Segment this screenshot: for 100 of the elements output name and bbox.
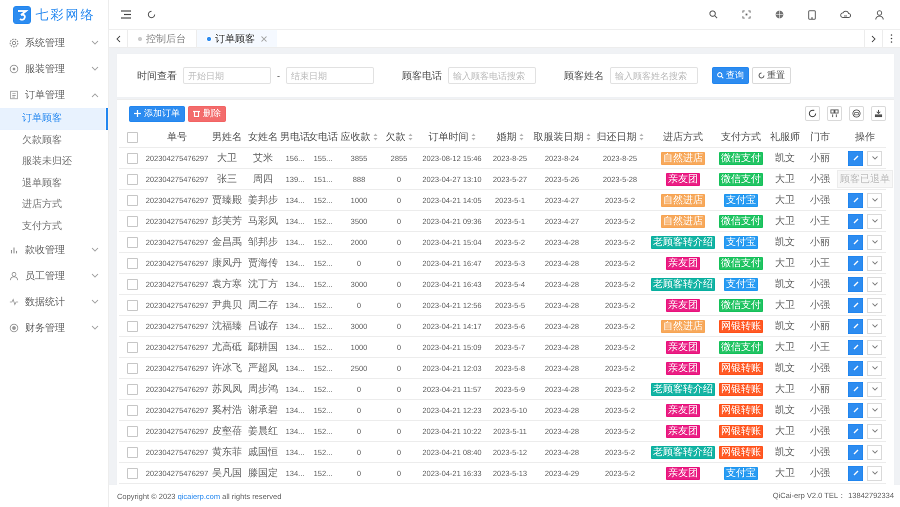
name-cell-text: 贾臻殿 xyxy=(212,194,242,207)
stylist-cell-text: 凯文 xyxy=(775,320,795,333)
edit-button[interactable] xyxy=(848,444,863,460)
menu-item[interactable]: 数据统计 xyxy=(0,289,108,315)
menu-item[interactable]: 系统管理 xyxy=(0,30,108,56)
edit-button[interactable] xyxy=(848,424,863,438)
sort-icon[interactable] xyxy=(518,133,524,141)
edit-button[interactable] xyxy=(848,256,863,270)
edit-button[interactable] xyxy=(848,382,863,396)
user-icon[interactable] xyxy=(875,10,884,20)
print-button[interactable] xyxy=(849,106,864,121)
row-checkbox[interactable] xyxy=(126,426,138,436)
export-button[interactable] xyxy=(871,106,886,121)
edit-button[interactable] xyxy=(848,214,863,228)
row-checkbox[interactable] xyxy=(126,278,138,290)
edit-button[interactable] xyxy=(848,150,863,166)
edit-button[interactable] xyxy=(848,466,863,480)
end-date-field[interactable]: 结束日期 xyxy=(286,67,374,84)
submenu-item[interactable]: 订单顾客 xyxy=(0,108,108,130)
dropdown-button[interactable] xyxy=(867,466,882,480)
cloud-icon[interactable] xyxy=(840,10,851,19)
dropdown-button[interactable] xyxy=(867,360,882,376)
target-icon xyxy=(9,64,19,74)
edit-button[interactable] xyxy=(848,298,863,312)
menu-item[interactable]: 服装管理 xyxy=(0,56,108,82)
page-tab[interactable]: 订单顾客 xyxy=(196,30,277,47)
sort-icon[interactable] xyxy=(638,133,644,141)
delete-button[interactable]: 删除 xyxy=(188,106,226,122)
edit-button[interactable] xyxy=(848,318,863,334)
sort-icon[interactable] xyxy=(586,133,590,141)
row-checkbox[interactable] xyxy=(126,194,138,206)
column-header: 支付方式 xyxy=(720,130,762,145)
submenu-item[interactable]: 服装未归还 xyxy=(0,151,108,172)
row-checkbox[interactable] xyxy=(126,320,138,332)
menu-item[interactable]: 员工管理 xyxy=(0,263,108,289)
submenu-item[interactable]: 退单顾客 xyxy=(0,172,108,194)
submenu-item[interactable]: 支付方式 xyxy=(0,216,108,237)
dropdown-button[interactable] xyxy=(867,340,882,354)
menu-item[interactable]: 财务管理 xyxy=(0,315,108,341)
edit-button[interactable] xyxy=(848,276,863,292)
row-checkbox[interactable] xyxy=(126,236,138,248)
dropdown-button[interactable] xyxy=(867,444,882,460)
refresh-button[interactable] xyxy=(805,106,820,121)
chevron-left-icon xyxy=(116,34,120,42)
row-checkbox[interactable] xyxy=(126,342,138,352)
dropdown-button[interactable] xyxy=(867,298,882,312)
chevron-icon xyxy=(91,247,99,253)
menu-icon[interactable] xyxy=(121,10,131,19)
tablet-icon[interactable] xyxy=(808,10,816,20)
sort-icon[interactable] xyxy=(470,133,476,141)
dropdown-button[interactable] xyxy=(867,234,882,250)
row-checkbox[interactable] xyxy=(126,468,138,478)
search-icon[interactable] xyxy=(709,10,718,19)
dropdown-button[interactable] xyxy=(867,382,882,396)
dropdown-button[interactable] xyxy=(867,402,882,418)
sort-icon[interactable] xyxy=(372,133,378,141)
chevron-down-icon xyxy=(872,156,878,160)
dropdown-button[interactable] xyxy=(867,150,882,166)
refresh-icon[interactable] xyxy=(147,10,156,19)
dropdown-button[interactable] xyxy=(867,424,882,438)
dropdown-button[interactable] xyxy=(867,214,882,228)
add-button[interactable]: 添加订单 xyxy=(129,106,185,122)
row-checkbox[interactable] xyxy=(126,384,138,394)
row-checkbox[interactable] xyxy=(126,216,138,226)
row-checkbox[interactable] xyxy=(126,300,138,310)
sort-icon[interactable] xyxy=(408,133,412,141)
edit-button[interactable] xyxy=(848,340,863,354)
row-checkbox[interactable] xyxy=(126,446,138,458)
edit-button[interactable] xyxy=(848,360,863,376)
name-cell-text: 鄢耕国 xyxy=(248,340,278,354)
edit-button[interactable] xyxy=(848,234,863,250)
edit-button[interactable] xyxy=(848,402,863,418)
visit-tag: 亲友团 xyxy=(666,340,700,354)
columns-button[interactable] xyxy=(827,106,842,121)
row-checkbox[interactable] xyxy=(126,362,138,374)
dropdown-button[interactable] xyxy=(867,256,882,270)
dropdown-button[interactable] xyxy=(867,276,882,292)
search-button[interactable]: 查询 xyxy=(712,67,749,84)
chevron-down-icon xyxy=(872,450,878,454)
payment-tag: 支付宝 xyxy=(724,194,758,206)
name-cell-text: 姜邦步 xyxy=(248,194,278,207)
fullscreen-icon[interactable] xyxy=(742,10,751,19)
row-checkbox[interactable] xyxy=(126,152,138,164)
name-search-field[interactable]: 输入顾客姓名搜索 xyxy=(610,67,698,84)
edit-button[interactable] xyxy=(848,192,863,208)
select-all-checkbox[interactable] xyxy=(126,132,138,142)
menu-item[interactable]: 订单管理 xyxy=(0,82,108,108)
dropdown-button[interactable] xyxy=(867,192,882,208)
globe-icon[interactable] xyxy=(775,10,784,19)
row-checkbox[interactable] xyxy=(126,258,138,268)
close-icon[interactable] xyxy=(261,36,267,42)
row-checkbox[interactable] xyxy=(126,404,138,416)
phone-search-field[interactable]: 输入顾客电话搜索 xyxy=(448,67,536,84)
row-checkbox[interactable] xyxy=(126,174,138,184)
submenu-item[interactable]: 欠款顾客 xyxy=(0,130,108,151)
dropdown-button[interactable] xyxy=(867,318,882,334)
submenu-item[interactable]: 进店方式 xyxy=(0,194,108,216)
reset-button[interactable]: 重置 xyxy=(752,67,791,84)
start-date-field[interactable]: 开始日期 xyxy=(183,67,271,84)
menu-item[interactable]: 款收管理 xyxy=(0,237,108,263)
